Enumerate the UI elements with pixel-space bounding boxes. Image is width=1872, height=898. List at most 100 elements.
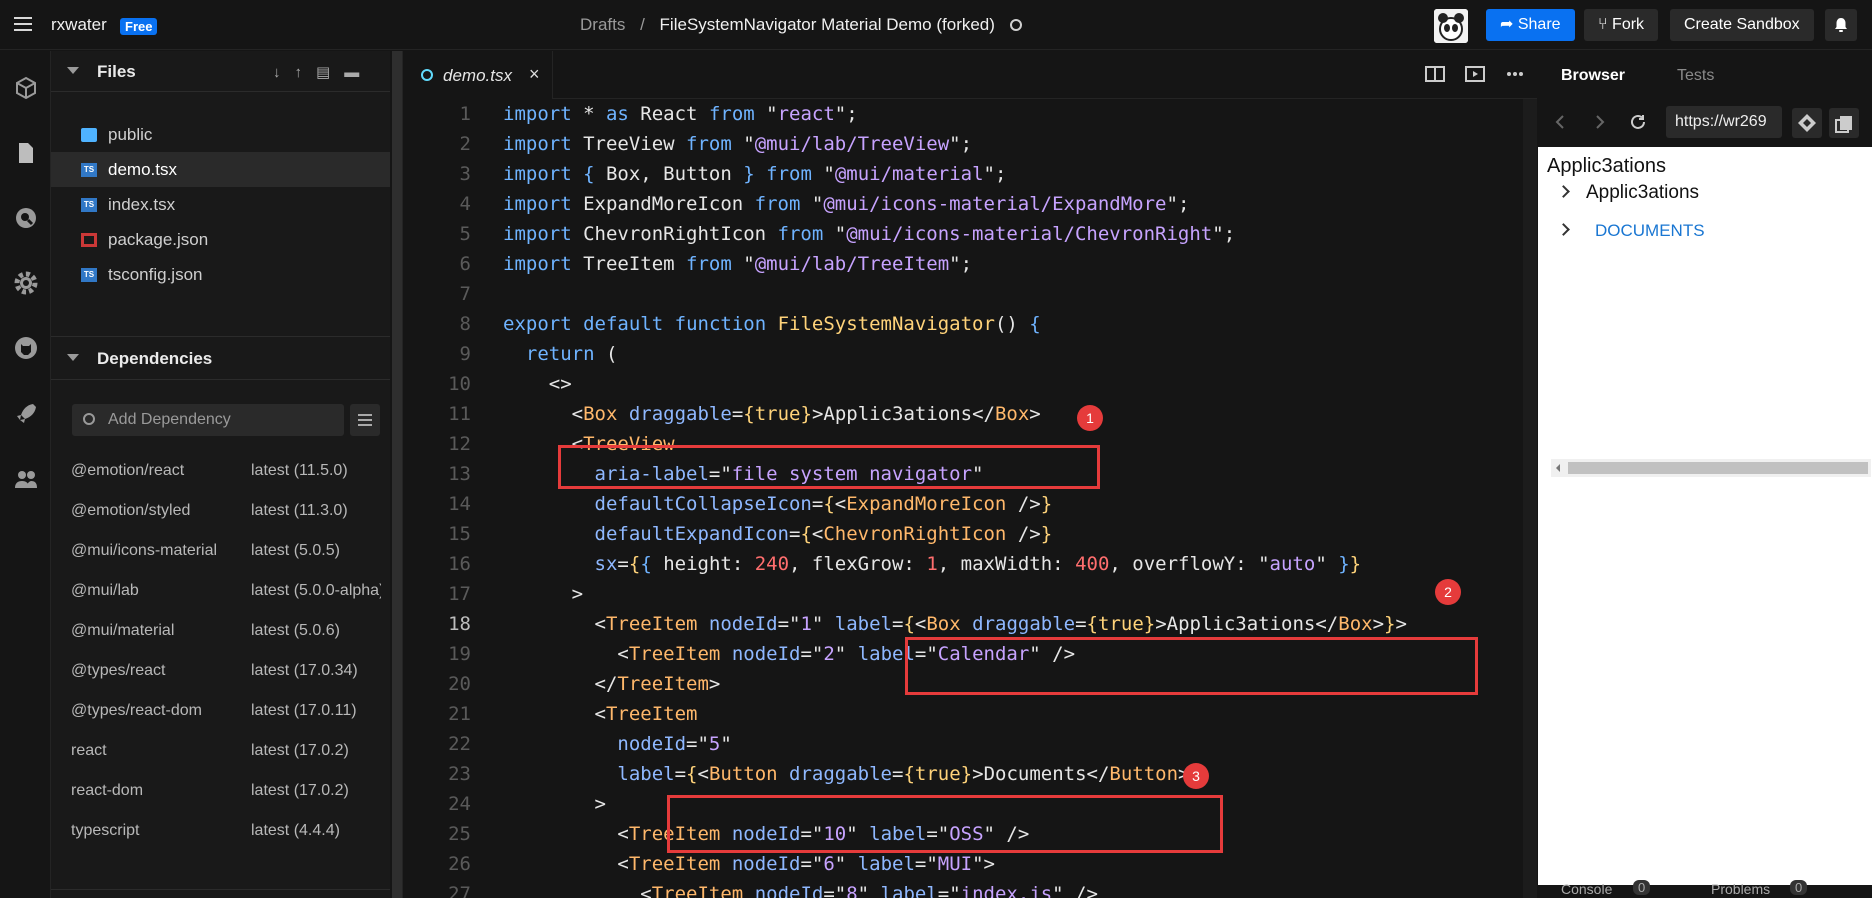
horizontal-scrollbar[interactable] <box>1551 459 1871 477</box>
dependency-menu-button[interactable] <box>350 404 380 436</box>
tree-item-applications[interactable]: Applic3ations <box>1586 182 1699 204</box>
menu-icon[interactable] <box>14 17 32 31</box>
code-area[interactable]: 1 import * as React from "react"; 2 import… <box>403 99 1537 898</box>
files-section-header[interactable]: Files ↓↑▤▬ <box>51 53 390 91</box>
tab-tests[interactable]: Tests <box>1677 67 1714 85</box>
username[interactable]: rxwater <box>51 15 107 35</box>
scrollbar-thumb[interactable] <box>1568 462 1868 474</box>
dependency-version[interactable]: latest (5.0.0-alpha) <box>251 582 381 600</box>
avatar[interactable] <box>1434 9 1468 43</box>
split-view-icon[interactable] <box>1425 65 1445 83</box>
gear-icon[interactable] <box>13 270 39 296</box>
github-icon[interactable] <box>13 335 39 361</box>
new-file-icon[interactable]: ▤ <box>316 64 344 81</box>
dependency-version[interactable]: latest (11.3.0) <box>251 502 381 520</box>
file-item-index[interactable]: TS index.tsx <box>51 187 390 222</box>
chevron-right-icon[interactable] <box>1557 185 1570 198</box>
dependency-version[interactable]: latest (5.0.6) <box>251 622 381 640</box>
cube-icon[interactable] <box>13 75 39 101</box>
download-icon[interactable]: ↓ <box>273 64 295 81</box>
line-number: 14 <box>448 493 471 515</box>
problems-label[interactable]: Problems <box>1711 881 1770 897</box>
breadcrumb-separator: / <box>640 15 645 34</box>
line-number: 1 <box>459 103 471 125</box>
chevron-right-icon[interactable] <box>1557 223 1570 236</box>
globe-icon[interactable] <box>1009 19 1022 31</box>
dependency-version[interactable]: latest (17.0.2) <box>251 742 381 760</box>
bell-icon[interactable] <box>1825 9 1857 41</box>
tab-label: demo.tsx <box>443 66 512 85</box>
add-dependency-search[interactable] <box>72 404 344 436</box>
fork-button[interactable]: ⑂ Fork <box>1584 9 1659 41</box>
url-bar[interactable]: https://wr269 <box>1666 106 1782 138</box>
dependency-row[interactable]: @emotion/styled latest (11.3.0) <box>51 491 390 531</box>
dependency-version[interactable]: latest (11.5.0) <box>251 462 381 480</box>
preview-viewport: Applic3ations Applic3ations DOCUMENTS <box>1538 147 1872 885</box>
create-sandbox-button[interactable]: Create Sandbox <box>1670 9 1814 41</box>
file-actions: ↓↑▤▬ <box>273 63 373 81</box>
dependency-version[interactable]: latest (4.4.4) <box>251 822 381 840</box>
add-dependency-input[interactable] <box>108 409 338 431</box>
more-options-icon[interactable] <box>1505 65 1525 83</box>
preview-heading[interactable]: Applic3ations <box>1547 155 1666 178</box>
collapse-caret-icon[interactable] <box>67 67 79 74</box>
divider <box>51 379 390 380</box>
share-button[interactable]: ➦ Share <box>1486 9 1575 41</box>
collapse-caret-icon[interactable] <box>67 354 79 361</box>
search-icon <box>83 413 95 425</box>
line-number: 8 <box>459 313 471 335</box>
sandbox-title[interactable]: FileSystemNavigator Material Demo (forke… <box>660 15 995 34</box>
tab-demo-tsx[interactable]: demo.tsx × <box>403 51 553 99</box>
dependency-version[interactable]: latest (17.0.2) <box>251 782 381 800</box>
tree-item-documents-button[interactable]: DOCUMENTS <box>1595 221 1705 241</box>
close-icon[interactable]: × <box>529 64 540 85</box>
line-number: 26 <box>448 853 471 875</box>
rocket-icon[interactable] <box>13 401 39 427</box>
file-item-tsconfig[interactable]: TS tsconfig.json <box>51 257 390 292</box>
file-icon[interactable] <box>13 140 39 166</box>
dependency-row[interactable]: @types/react latest (17.0.34) <box>51 651 390 691</box>
file-item-public[interactable]: public <box>51 117 390 152</box>
preview-icon[interactable] <box>1465 65 1485 83</box>
highlight-box-1 <box>558 445 1100 489</box>
back-arrow-icon[interactable] <box>1551 113 1569 131</box>
line-number: 17 <box>448 583 471 605</box>
code-line: 27 <TreeItem nodeId="8" label="index.js"… <box>403 879 1537 898</box>
breadcrumb-parent[interactable]: Drafts <box>580 15 625 34</box>
open-new-window-button[interactable] <box>1829 108 1859 138</box>
line-number: 20 <box>448 673 471 695</box>
users-icon[interactable] <box>13 466 39 492</box>
dependency-row[interactable]: @mui/icons-material latest (5.0.5) <box>51 531 390 571</box>
sidebar-scrollbar[interactable] <box>392 51 402 898</box>
upload-icon[interactable]: ↑ <box>295 64 317 81</box>
open-devtools-button[interactable] <box>1792 108 1822 138</box>
dependency-row[interactable]: typescript latest (4.4.4) <box>51 811 390 851</box>
code-line: 14 defaultCollapseIcon={<ExpandMoreIcon … <box>403 489 1537 519</box>
forward-arrow-icon[interactable] <box>1591 113 1609 131</box>
dependency-version[interactable]: latest (17.0.11) <box>251 702 381 720</box>
dependency-version[interactable]: latest (5.0.5) <box>251 542 381 560</box>
dependency-row[interactable]: @mui/material latest (5.0.6) <box>51 611 390 651</box>
file-item-package[interactable]: package.json <box>51 222 390 257</box>
tab-browser[interactable]: Browser <box>1561 67 1625 85</box>
search-icon[interactable] <box>13 205 39 231</box>
dependencies-section-header[interactable]: Dependencies <box>51 340 390 378</box>
line-number: 4 <box>459 193 471 215</box>
line-number: 23 <box>448 763 471 785</box>
dependency-row[interactable]: @mui/lab latest (5.0.0-alpha) <box>51 571 390 611</box>
refresh-icon[interactable] <box>1629 113 1647 131</box>
new-folder-icon[interactable]: ▬ <box>344 64 373 81</box>
dependency-name: react-dom <box>71 782 144 799</box>
scroll-left-icon[interactable] <box>1554 463 1562 473</box>
dependency-row[interactable]: @emotion/react latest (11.5.0) <box>51 451 390 491</box>
dependency-row[interactable]: react-dom latest (17.0.2) <box>51 771 390 811</box>
file-item-demo[interactable]: TS demo.tsx <box>51 152 390 187</box>
line-number: 19 <box>448 643 471 665</box>
dependency-row[interactable]: react latest (17.0.2) <box>51 731 390 771</box>
dependency-name: @mui/icons-material <box>71 542 218 559</box>
line-number: 2 <box>459 133 471 155</box>
editor-scrollbar[interactable] <box>1523 99 1537 898</box>
dependency-version[interactable]: latest (17.0.34) <box>251 662 381 680</box>
dependency-row[interactable]: @types/react-dom latest (17.0.11) <box>51 691 390 731</box>
console-label[interactable]: Console <box>1561 881 1612 897</box>
